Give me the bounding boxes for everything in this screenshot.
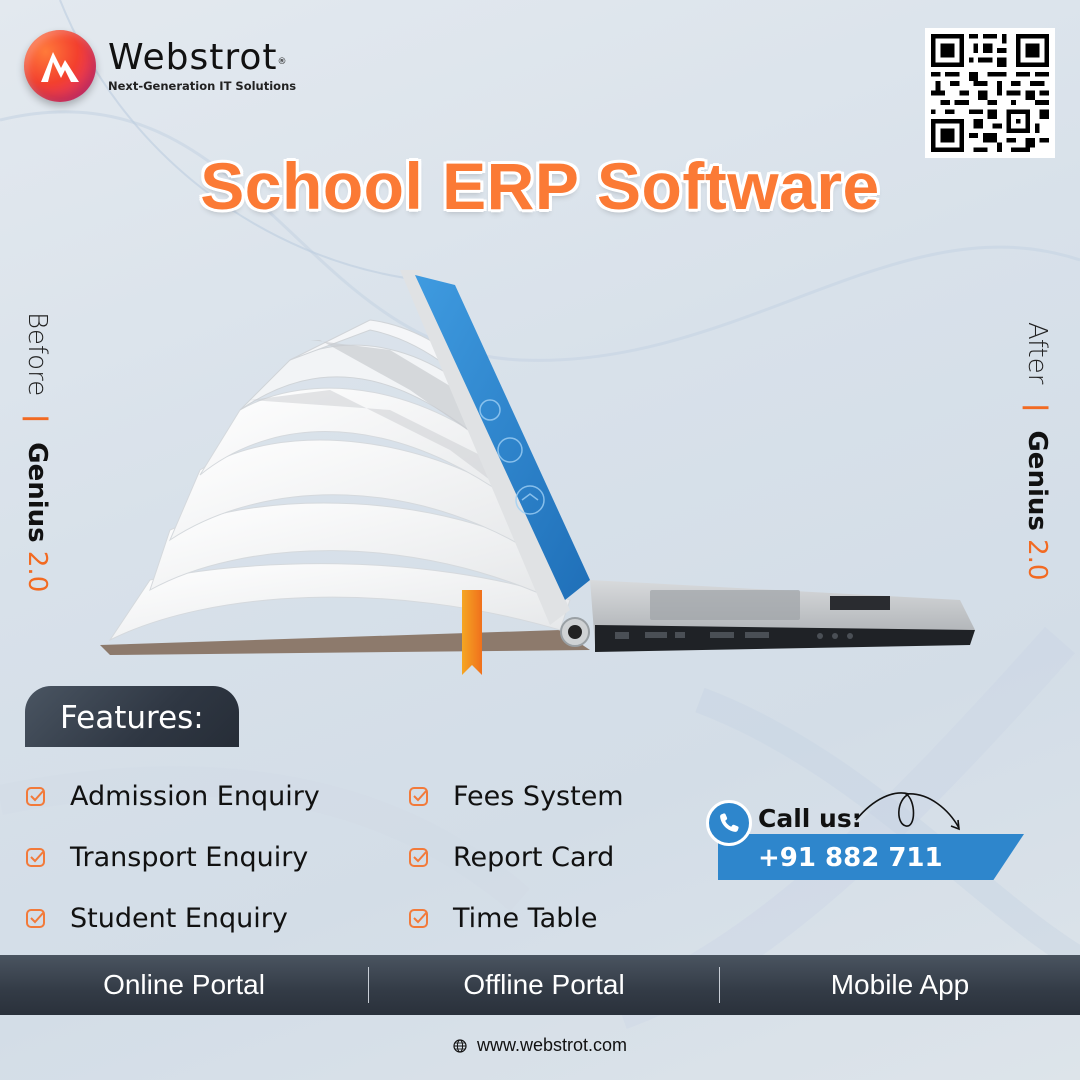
feature-label: Time Table	[453, 903, 598, 934]
side-label-prefix: Before	[22, 312, 52, 397]
webstrot-logo-icon	[24, 30, 96, 102]
side-label-prefix: After	[1022, 322, 1052, 385]
feature-item: Transport Enquiry	[25, 827, 320, 888]
checkbox-check-icon	[26, 847, 45, 867]
book-laptop-illustration	[100, 270, 975, 675]
feature-label: Student Enquiry	[70, 903, 288, 934]
book-cover	[100, 630, 590, 655]
website-link[interactable]: www.webstrot.com	[0, 1035, 1080, 1056]
features-heading: Features:	[25, 686, 239, 747]
features-list-column-1: Admission Enquiry Transport Enquiry Stud…	[25, 766, 320, 949]
phone-number-link[interactable]: +91 882 711 3366	[718, 834, 1024, 880]
brand-name: Webstrot	[108, 37, 278, 78]
platforms-bar: Online Portal Offline Portal Mobile App	[0, 955, 1080, 1015]
side-label-version: 2.0	[22, 550, 52, 593]
feature-label: Transport Enquiry	[70, 842, 309, 873]
registered-mark: ®	[277, 57, 288, 67]
platform-online-portal: Online Portal	[103, 969, 265, 1000]
checkbox-check-icon	[26, 786, 45, 806]
website-url[interactable]: www.webstrot.com	[477, 1035, 627, 1056]
feature-item: Student Enquiry	[25, 888, 320, 949]
platform-offline-portal: Offline Portal	[463, 969, 625, 1000]
checkbox-check-icon	[409, 786, 428, 806]
brand-tagline: Next-Generation IT Solutions	[108, 79, 297, 93]
globe-icon	[453, 1038, 467, 1053]
side-label-after: After | Genius 2.0	[1022, 322, 1052, 580]
feature-item: Report Card	[408, 827, 624, 888]
feature-label: Admission Enquiry	[70, 781, 320, 812]
side-label-before: Before | Genius 2.0	[22, 312, 52, 592]
checkbox-check-icon	[409, 847, 428, 867]
checkbox-check-icon	[409, 908, 428, 928]
feature-label: Fees System	[453, 781, 624, 812]
platform-mobile-app: Mobile App	[830, 969, 970, 1000]
side-label-version: 2.0	[1022, 539, 1052, 581]
qr-code-icon[interactable]	[925, 28, 1055, 158]
brand-logo: Webstrot® Next-Generation IT Solutions	[24, 30, 296, 102]
bookmark-ribbon	[462, 590, 482, 675]
laptop-base	[590, 580, 975, 652]
side-label-separator: |	[22, 414, 52, 424]
side-label-separator: |	[1022, 402, 1052, 413]
call-us-block: Call us: +91 882 711 3366	[706, 792, 1026, 885]
curly-arrow-icon	[855, 792, 960, 831]
side-label-name: Genius	[1022, 430, 1052, 531]
checkbox-check-icon	[26, 908, 45, 928]
side-label-name: Genius	[22, 442, 52, 543]
features-list-column-2: Fees System Report Card Time Table	[408, 766, 624, 949]
call-us-label: Call us:	[758, 804, 862, 833]
page-title: School ERP Software	[200, 149, 880, 223]
feature-item: Admission Enquiry	[25, 766, 320, 827]
phone-icon[interactable]	[706, 800, 752, 846]
feature-label: Report Card	[453, 842, 615, 873]
feature-item: Fees System	[408, 766, 624, 827]
feature-item: Time Table	[408, 888, 624, 949]
